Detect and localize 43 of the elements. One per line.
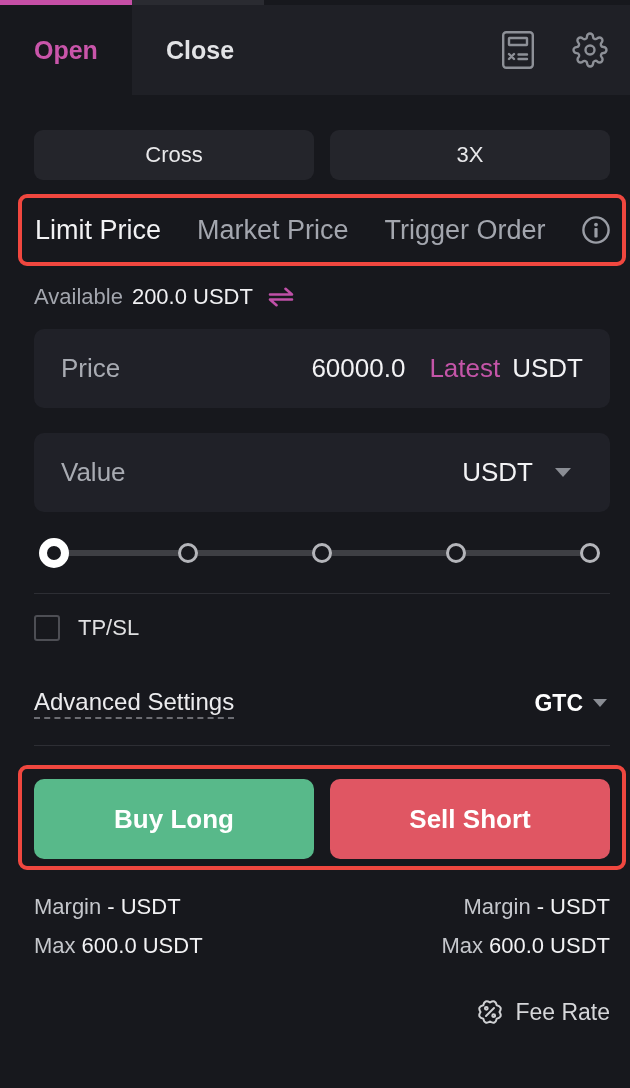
transfer-icon[interactable] [267, 287, 294, 307]
available-balance: 200.0 USDT [131, 284, 253, 310]
price-field[interactable]: Price 60000.0 Latest USDT [34, 329, 610, 408]
fee-rate-link[interactable]: Fee Rate [476, 998, 610, 1026]
order-type-tab[interactable]: Market Price [197, 214, 349, 246]
advanced-settings-link[interactable]: Advanced Settings [34, 687, 235, 719]
margin-label: Margin [463, 893, 531, 921]
step-marker-icon [178, 543, 198, 563]
max-label: Max [34, 932, 76, 960]
info-icon[interactable] [581, 216, 610, 244]
field-label: Value [61, 457, 126, 488]
trade-tab[interactable]: Open [0, 0, 132, 95]
margin-value: - USDT [107, 893, 181, 921]
caret-down-icon [555, 468, 571, 477]
discount-badge-icon [476, 998, 505, 1026]
settings-icon[interactable] [572, 32, 608, 68]
available-label: Available [34, 284, 123, 310]
caret-down-icon [593, 699, 607, 707]
max-value: 600.0 USDT [81, 932, 203, 960]
slider-thumb[interactable] [39, 538, 69, 568]
max-label: Max [441, 932, 483, 960]
unit-dropdown[interactable]: USDT [462, 457, 571, 488]
time-in-force-dropdown[interactable]: GTC [534, 689, 610, 717]
price-value: 60000.0 [311, 353, 406, 384]
calculator-icon[interactable] [502, 31, 534, 69]
unit-label: USDT [512, 353, 583, 384]
checkbox[interactable] [34, 615, 60, 641]
margin-value: - USDT [536, 893, 610, 921]
margin-mode-button[interactable]: Cross [34, 130, 314, 180]
latest-price-link[interactable]: Latest [429, 353, 501, 384]
value-field[interactable]: Value USDT [34, 433, 610, 512]
step-marker-icon [580, 543, 600, 563]
order-type-tab[interactable]: Trigger Order [384, 214, 546, 246]
margin-label: Margin [34, 893, 102, 921]
leverage-button[interactable]: 3X [330, 130, 610, 180]
checkbox-label: TP/SL [78, 615, 140, 641]
order-type-tab[interactable]: Limit Price [35, 214, 162, 246]
max-value: 600.0 USDT [488, 932, 610, 960]
step-marker-icon [446, 543, 466, 563]
trade-tab[interactable]: Close [132, 0, 264, 95]
field-label: Price [61, 353, 121, 384]
sell-short-button[interactable]: Sell Short [330, 779, 610, 859]
step-marker-icon [312, 543, 332, 563]
